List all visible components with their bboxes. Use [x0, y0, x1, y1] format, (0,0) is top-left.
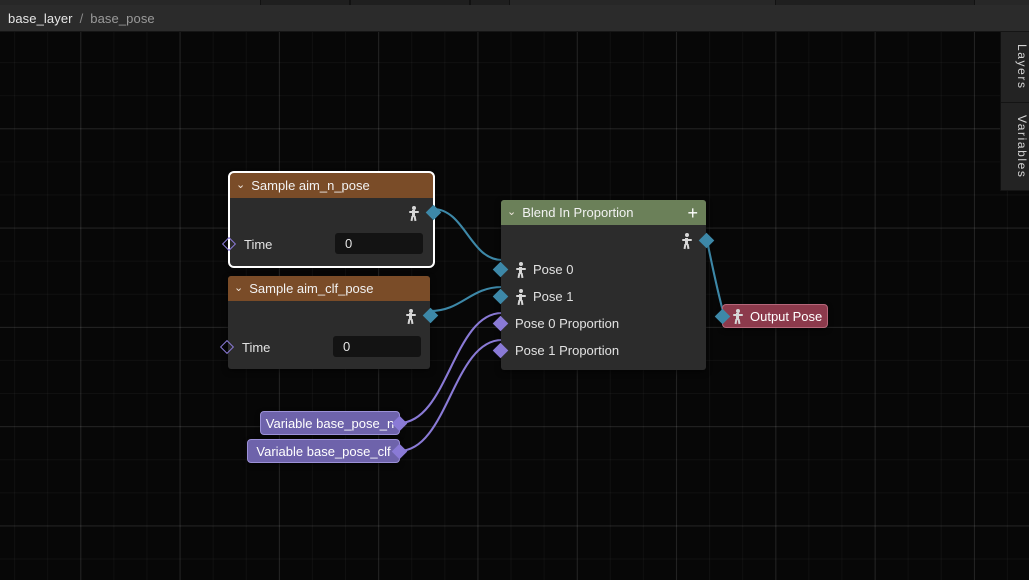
- animation-graph-editor: base_layer / base_pose ⌄ Sample aim_n_po…: [0, 0, 1029, 580]
- time-value: 0: [343, 339, 351, 354]
- node-input-row-time[interactable]: Time 0: [219, 331, 430, 363]
- node-body-sample-aim-clf-pose: Time 0: [219, 301, 439, 369]
- node-header-sample-aim-clf-pose[interactable]: ⌄ Sample aim_clf_pose: [228, 276, 430, 301]
- pose-figure-icon: [408, 205, 419, 221]
- pose-figure-icon: [681, 233, 692, 249]
- chevron-down-icon[interactable]: ⌄: [507, 207, 516, 218]
- node-input-row-pose-0[interactable]: Pose 0: [492, 256, 706, 283]
- output-pin-pose[interactable]: [425, 204, 442, 221]
- node-sample-aim-n-pose[interactable]: ⌄ Sample aim_n_pose Time 0: [221, 171, 442, 268]
- variable-node-label: Variable base_pose_clf: [256, 443, 391, 459]
- node-sample-aim-clf-pose[interactable]: ⌄ Sample aim_clf_pose Time 0: [219, 276, 439, 369]
- breadcrumb-root[interactable]: base_layer: [8, 11, 73, 26]
- input-label-pose-0-proportion: Pose 0 Proportion: [515, 316, 620, 331]
- pose-figure-icon: [732, 308, 743, 324]
- side-tab-layers[interactable]: Layers: [1001, 32, 1029, 103]
- input-pin-pose-1-proportion[interactable]: [492, 342, 509, 359]
- node-title: Blend In Proportion: [522, 205, 634, 220]
- breadcrumb-current[interactable]: base_pose: [90, 11, 155, 26]
- input-label-time: Time: [242, 339, 271, 355]
- side-tab-variables[interactable]: Variables: [1001, 102, 1029, 192]
- wire-aim-clf-to-pose1: [429, 285, 503, 313]
- breadcrumb-separator: /: [79, 10, 84, 26]
- wire-aim-n-to-pose0: [432, 207, 503, 262]
- input-label-pose-1: Pose 1: [533, 289, 574, 304]
- pose-figure-icon: [515, 262, 526, 278]
- right-dock-tabs: Layers Variables: [1000, 32, 1029, 192]
- node-input-row-pose-1[interactable]: Pose 1: [492, 283, 706, 310]
- time-value: 0: [345, 236, 353, 251]
- node-output-pose[interactable]: Output Pose: [714, 304, 828, 328]
- node-header-blend-in-proportion[interactable]: ⌄ Blend In Proportion +: [501, 200, 706, 225]
- output-pin-variable[interactable]: [391, 443, 408, 460]
- time-value-field[interactable]: 0: [335, 233, 423, 254]
- add-input-button[interactable]: +: [687, 204, 698, 222]
- input-label-pose-1-proportion: Pose 1 Proportion: [515, 343, 620, 358]
- node-title: Sample aim_n_pose: [251, 178, 370, 193]
- input-pin-pose-0[interactable]: [492, 261, 509, 278]
- input-pin-output-pose[interactable]: [714, 308, 731, 325]
- wire-blend-to-output: [704, 235, 726, 316]
- node-input-row-pose-1-proportion[interactable]: Pose 1 Proportion: [492, 337, 706, 364]
- chevron-down-icon[interactable]: ⌄: [234, 283, 243, 294]
- time-value-field[interactable]: 0: [333, 336, 421, 357]
- input-pin-pose-1[interactable]: [492, 288, 509, 305]
- pose-figure-icon: [515, 289, 526, 305]
- node-input-row-pose-0-proportion[interactable]: Pose 0 Proportion: [492, 310, 706, 337]
- node-body-sample-aim-n-pose: Time 0: [221, 198, 442, 266]
- node-variable-base-pose-clf[interactable]: Variable base_pose_clf: [247, 439, 408, 463]
- graph-canvas[interactable]: ⌄ Sample aim_n_pose Time 0 ⌄ Sample aim_…: [0, 32, 1029, 580]
- node-input-row-time[interactable]: Time 0: [221, 228, 433, 260]
- node-output-row-pose[interactable]: [501, 225, 715, 256]
- node-title: Sample aim_clf_pose: [249, 281, 374, 296]
- input-label-time: Time: [244, 236, 273, 252]
- input-label-pose-0: Pose 0: [533, 262, 574, 277]
- node-blend-in-proportion[interactable]: ⌄ Blend In Proportion + Pose 0 Pose 1 Po…: [492, 200, 715, 370]
- node-variable-base-pose-n[interactable]: Variable base_pose_n: [260, 411, 408, 435]
- output-pin-pose[interactable]: [698, 232, 715, 249]
- node-header-sample-aim-n-pose[interactable]: ⌄ Sample aim_n_pose: [230, 173, 433, 198]
- chevron-down-icon[interactable]: ⌄: [236, 180, 245, 191]
- input-pin-time[interactable]: [219, 339, 235, 355]
- pose-figure-icon: [405, 308, 416, 324]
- input-pin-pose-0-proportion[interactable]: [492, 315, 509, 332]
- input-pin-time[interactable]: [221, 236, 237, 252]
- output-pin-pose[interactable]: [422, 307, 439, 324]
- breadcrumb: base_layer / base_pose: [0, 5, 1029, 32]
- variable-node-label: Variable base_pose_n: [265, 415, 395, 431]
- node-output-row-pose[interactable]: [230, 198, 442, 228]
- output-node-label: Output Pose: [750, 308, 823, 324]
- node-output-row-pose[interactable]: [228, 301, 439, 331]
- node-body-blend-in-proportion: Pose 0 Pose 1 Pose 0 Proportion Pose 1 P…: [492, 225, 715, 370]
